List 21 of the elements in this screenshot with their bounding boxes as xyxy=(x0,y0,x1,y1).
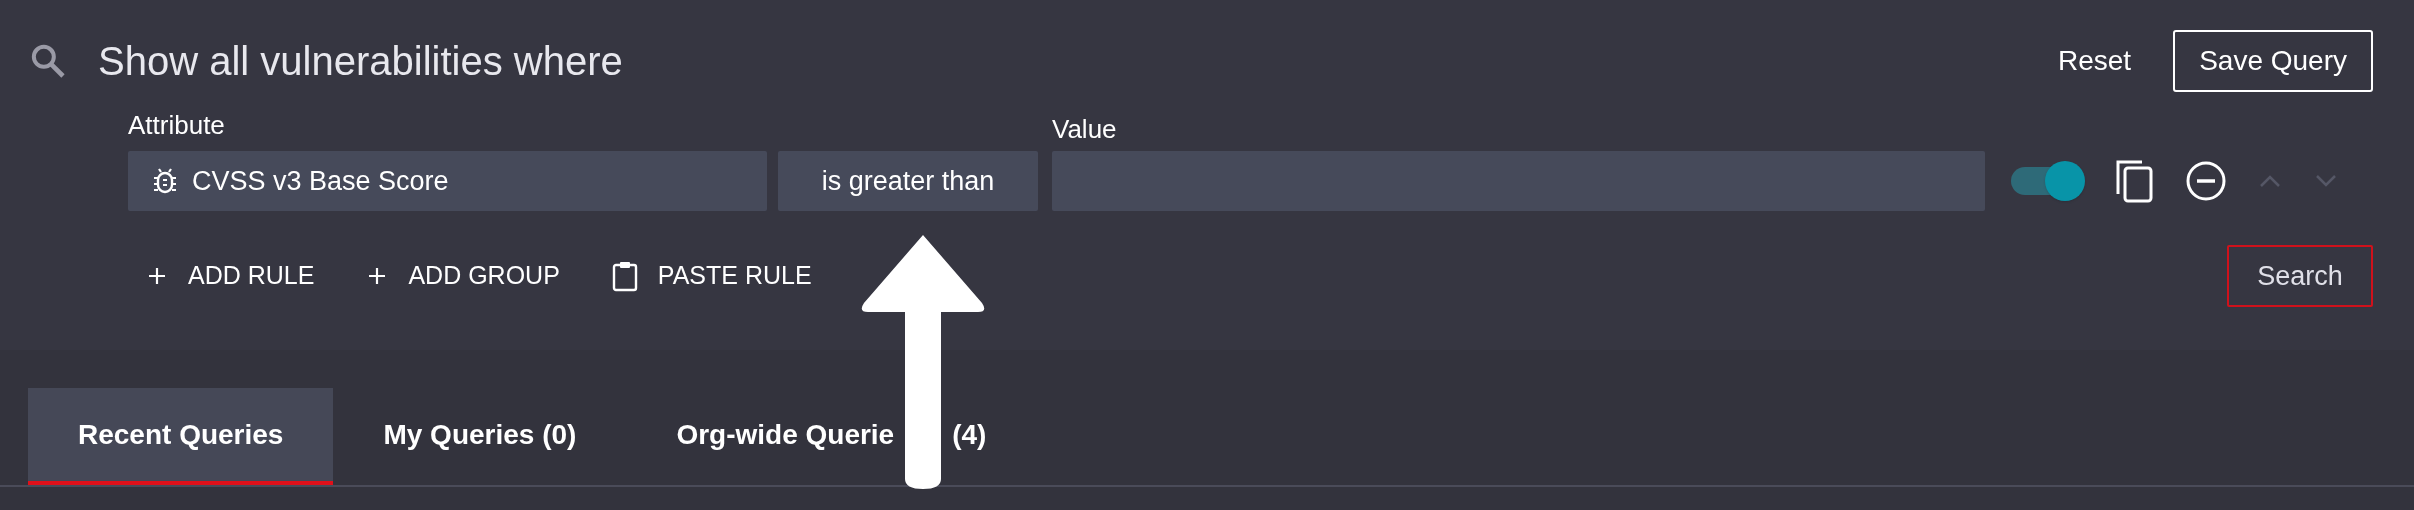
clipboard-icon xyxy=(611,260,638,292)
value-field[interactable] xyxy=(1052,151,1985,211)
toggle-switch[interactable] xyxy=(2009,161,2085,201)
copy-icon[interactable] xyxy=(2115,158,2155,204)
reset-button[interactable]: Reset xyxy=(2042,32,2148,90)
rule-action-button[interactable]: ADD RULE xyxy=(146,251,315,301)
remove-icon[interactable] xyxy=(2185,160,2227,202)
rule-action-button[interactable]: ADD GROUP xyxy=(366,251,560,301)
bug-icon xyxy=(152,166,178,196)
query-title: Show all vulnerabilities where xyxy=(98,38,623,85)
search-button[interactable]: Search xyxy=(2227,245,2373,307)
save-query-button[interactable]: Save Query xyxy=(2173,30,2373,92)
tab[interactable]: Recent Queries xyxy=(28,388,334,485)
plus-icon xyxy=(146,265,168,287)
tab[interactable]: Org-wide Querie (4) xyxy=(626,388,1037,485)
attribute-label: Attribute xyxy=(128,109,226,142)
value-label: Value xyxy=(1052,113,1118,146)
rule-action-button[interactable]: PASTE RULE xyxy=(611,251,812,301)
attribute-select[interactable]: CVSS v3 Base Score xyxy=(128,151,767,211)
tab[interactable]: My Queries (0) xyxy=(333,388,627,485)
operator-select[interactable]: is greater than xyxy=(778,151,1038,211)
